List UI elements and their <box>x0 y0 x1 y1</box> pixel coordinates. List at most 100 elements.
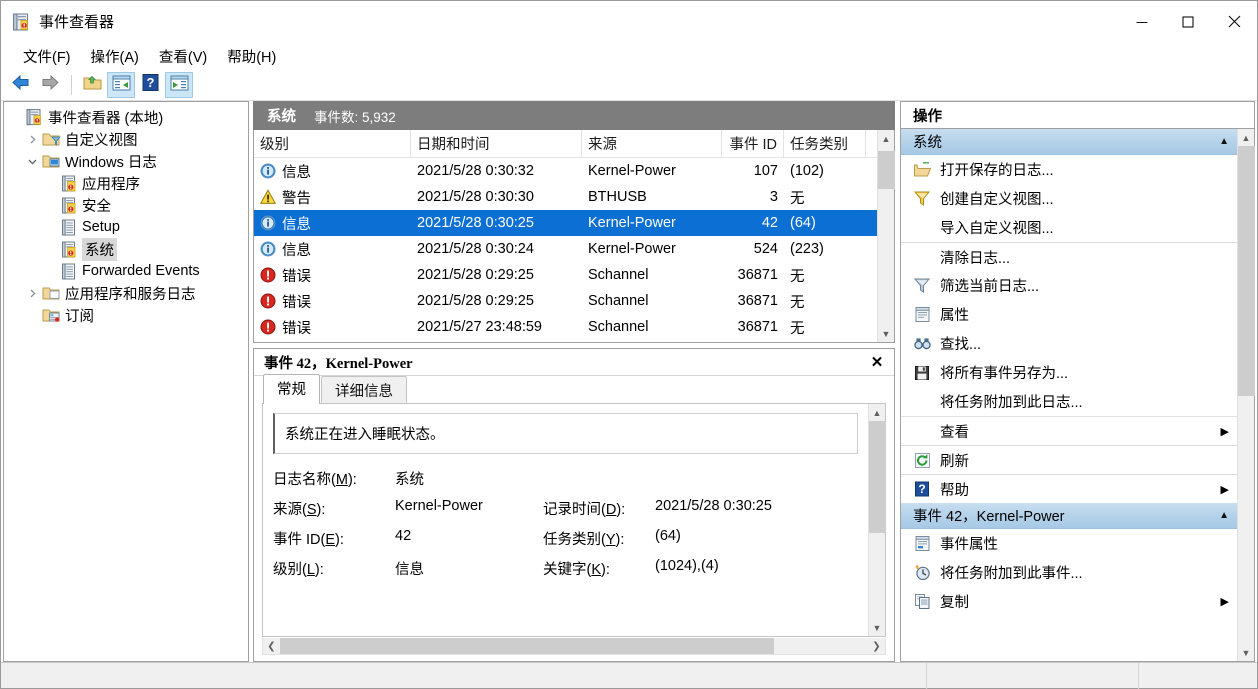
column-header-0[interactable]: 级别 <box>254 130 411 157</box>
detail-scroll-track[interactable] <box>868 421 886 619</box>
actions-scroll-up-icon[interactable]: ▲ <box>1238 129 1255 146</box>
action-item-0-5[interactable]: 属性 <box>901 300 1237 329</box>
level-text: 信息 <box>282 216 311 233</box>
action-item-0-10[interactable]: 刷新 <box>901 445 1237 474</box>
console-tree-pane[interactable]: 事件查看器 (本地) 自定义视图 Windows 日志 应用程序 安全 Setup 系统 Fo… <box>3 101 249 662</box>
action-item-1-0[interactable]: 事件属性 <box>901 529 1237 558</box>
level-text: 错误 <box>282 294 311 311</box>
menu-file[interactable]: 文件(F) <box>13 43 81 70</box>
tree-item-7[interactable]: Forwarded Events <box>4 260 248 282</box>
find-icon <box>911 336 933 352</box>
close-icon[interactable]: ✕ <box>866 353 888 371</box>
scroll-up-icon[interactable]: ▲ <box>878 130 895 147</box>
tree-item-5[interactable]: Setup <box>4 216 248 238</box>
tree-item-8[interactable]: 应用程序和服务日志 <box>4 282 248 304</box>
forward-button[interactable] <box>36 72 64 98</box>
action-item-0-11[interactable]: ? 帮助 ▶ <box>901 474 1237 503</box>
collapse-caret-icon[interactable]: ▲ <box>1219 510 1229 521</box>
scroll-track[interactable] <box>877 147 895 325</box>
tab-1[interactable]: 详细信息 <box>321 376 407 405</box>
table-row[interactable]: 信息 2021/5/28 0:30:25 Kernel-Power 42 (64) <box>254 210 877 236</box>
event-list-rows[interactable]: 信息 2021/5/28 0:30:32 Kernel-Power 107 (102) 警… <box>254 158 877 342</box>
tree-item-0[interactable]: 事件查看器 (本地) <box>4 106 248 128</box>
hscroll-thumb[interactable] <box>280 638 774 654</box>
scroll-down-icon[interactable]: ▼ <box>878 325 895 342</box>
action-item-0-6[interactable]: 查找... <box>901 329 1237 358</box>
detail-scroll-up-icon[interactable]: ▲ <box>869 404 886 421</box>
actions-scroll-track[interactable] <box>1237 146 1255 644</box>
action-item-1-2[interactable]: 复制 ▶ <box>901 587 1237 616</box>
collapse-caret-icon[interactable]: ▲ <box>1219 136 1229 147</box>
actions-section-header-0[interactable]: 系统 ▲ <box>901 129 1237 155</box>
action-item-0-7[interactable]: 将所有事件另存为... <box>901 358 1237 387</box>
hscroll-track[interactable] <box>280 638 868 654</box>
actions-list[interactable]: 系统 ▲ 打开保存的日志... 创建自定义视图... 导入自定义视图... 清除日志...… <box>901 129 1237 661</box>
expander-icon[interactable] <box>23 157 41 166</box>
expander-icon[interactable] <box>23 289 41 298</box>
action-item-0-4[interactable]: 筛选当前日志... <box>901 271 1237 300</box>
svg-text:?: ? <box>918 482 925 496</box>
event-list-vertical-scrollbar[interactable]: ▲ ▼ <box>877 130 895 342</box>
table-row[interactable]: 错误 2021/5/28 0:29:25 Schannel 36871 无 <box>254 288 877 314</box>
event-detail-horizontal-scrollbar[interactable]: ❮ ❯ <box>262 638 886 655</box>
field-value2-3: (1024),(4) <box>655 558 719 574</box>
menu-help[interactable]: 帮助(H) <box>217 43 286 70</box>
submenu-arrow-icon: ▶ <box>1220 483 1229 496</box>
action-item-0-1[interactable]: 创建自定义视图... <box>901 184 1237 213</box>
back-button[interactable] <box>7 72 35 98</box>
actions-scroll-thumb[interactable] <box>1237 146 1255 396</box>
field-value-1: Kernel-Power <box>395 498 483 514</box>
menu-action[interactable]: 操作(A) <box>81 43 149 70</box>
table-row[interactable]: 警告 2021/5/28 0:30:30 BTHUSB 3 无 <box>254 184 877 210</box>
column-header-2[interactable]: 来源 <box>582 130 722 157</box>
scroll-left-icon[interactable]: ❮ <box>263 638 280 654</box>
cell-level: 错误 <box>254 265 411 286</box>
actions-vertical-scrollbar[interactable]: ▲ ▼ <box>1237 129 1255 661</box>
tree-item-3[interactable]: 应用程序 <box>4 172 248 194</box>
tree-item-label: 自定义视图 <box>65 132 138 149</box>
close-button[interactable] <box>1211 1 1257 42</box>
action-item-0-2[interactable]: 导入自定义视图... <box>901 213 1237 242</box>
minimize-button[interactable] <box>1119 1 1165 42</box>
scroll-right-icon[interactable]: ❯ <box>868 638 885 654</box>
column-header-3[interactable]: 事件 ID <box>722 130 784 157</box>
tree-item-9[interactable]: 订阅 <box>4 304 248 326</box>
tree-item-2[interactable]: Windows 日志 <box>4 150 248 172</box>
action-item-0-8[interactable]: 将任务附加到此日志... <box>901 387 1237 416</box>
scroll-thumb[interactable] <box>877 151 895 189</box>
cell-level: 信息 <box>254 161 411 182</box>
detail-scroll-thumb[interactable] <box>868 421 886 533</box>
tab-0[interactable]: 常规 <box>263 374 320 404</box>
action-item-label: 刷新 <box>940 453 969 470</box>
tree-item-1[interactable]: 自定义视图 <box>4 128 248 150</box>
tree-item-6[interactable]: 系统 <box>4 237 248 261</box>
event-viewer-icon <box>24 108 44 126</box>
action-item-0-0[interactable]: 打开保存的日志... <box>901 155 1237 184</box>
table-row[interactable]: 信息 2021/5/28 0:30:32 Kernel-Power 107 (102) <box>254 158 877 184</box>
tree-item-4[interactable]: 安全 <box>4 194 248 216</box>
tree-item-label: Windows 日志 <box>65 154 157 171</box>
action-item-1-1[interactable]: 将任务附加到此事件... <box>901 558 1237 587</box>
actions-scroll-down-icon[interactable]: ▼ <box>1238 644 1255 661</box>
field-value-2: 42 <box>395 528 412 544</box>
event-detail-vertical-scrollbar[interactable]: ▲ ▼ <box>868 404 886 636</box>
action-item-0-3[interactable]: 清除日志... <box>901 242 1237 271</box>
actions-section-header-1[interactable]: 事件 42，Kernel-Power ▲ <box>901 503 1237 529</box>
show-tree-pane-button[interactable] <box>107 72 135 98</box>
expander-icon[interactable] <box>23 135 41 144</box>
tree-item-label: 应用程序和服务日志 <box>65 286 196 303</box>
detail-scroll-down-icon[interactable]: ▼ <box>869 619 886 636</box>
toolbar-help-button[interactable]: ? <box>136 72 164 98</box>
maximize-button[interactable] <box>1165 1 1211 42</box>
action-item-0-9[interactable]: 查看 ▶ <box>901 416 1237 445</box>
table-row[interactable]: 信息 2021/5/28 0:30:24 Kernel-Power 524 (223) <box>254 236 877 262</box>
column-header-1[interactable]: 日期和时间 <box>411 130 582 157</box>
table-row[interactable]: 错误 2021/5/28 0:29:25 Schannel 36871 无 <box>254 262 877 288</box>
action-item-label: 复制 <box>940 595 969 611</box>
menu-view[interactable]: 查看(V) <box>149 43 217 70</box>
column-header-4[interactable]: 任务类别 <box>784 130 866 157</box>
show-action-pane-button[interactable] <box>165 72 193 98</box>
table-row[interactable]: 错误 2021/5/27 23:48:59 Schannel 36871 无 <box>254 314 877 340</box>
warning-icon <box>259 188 277 206</box>
up-folder-button[interactable] <box>78 72 106 98</box>
